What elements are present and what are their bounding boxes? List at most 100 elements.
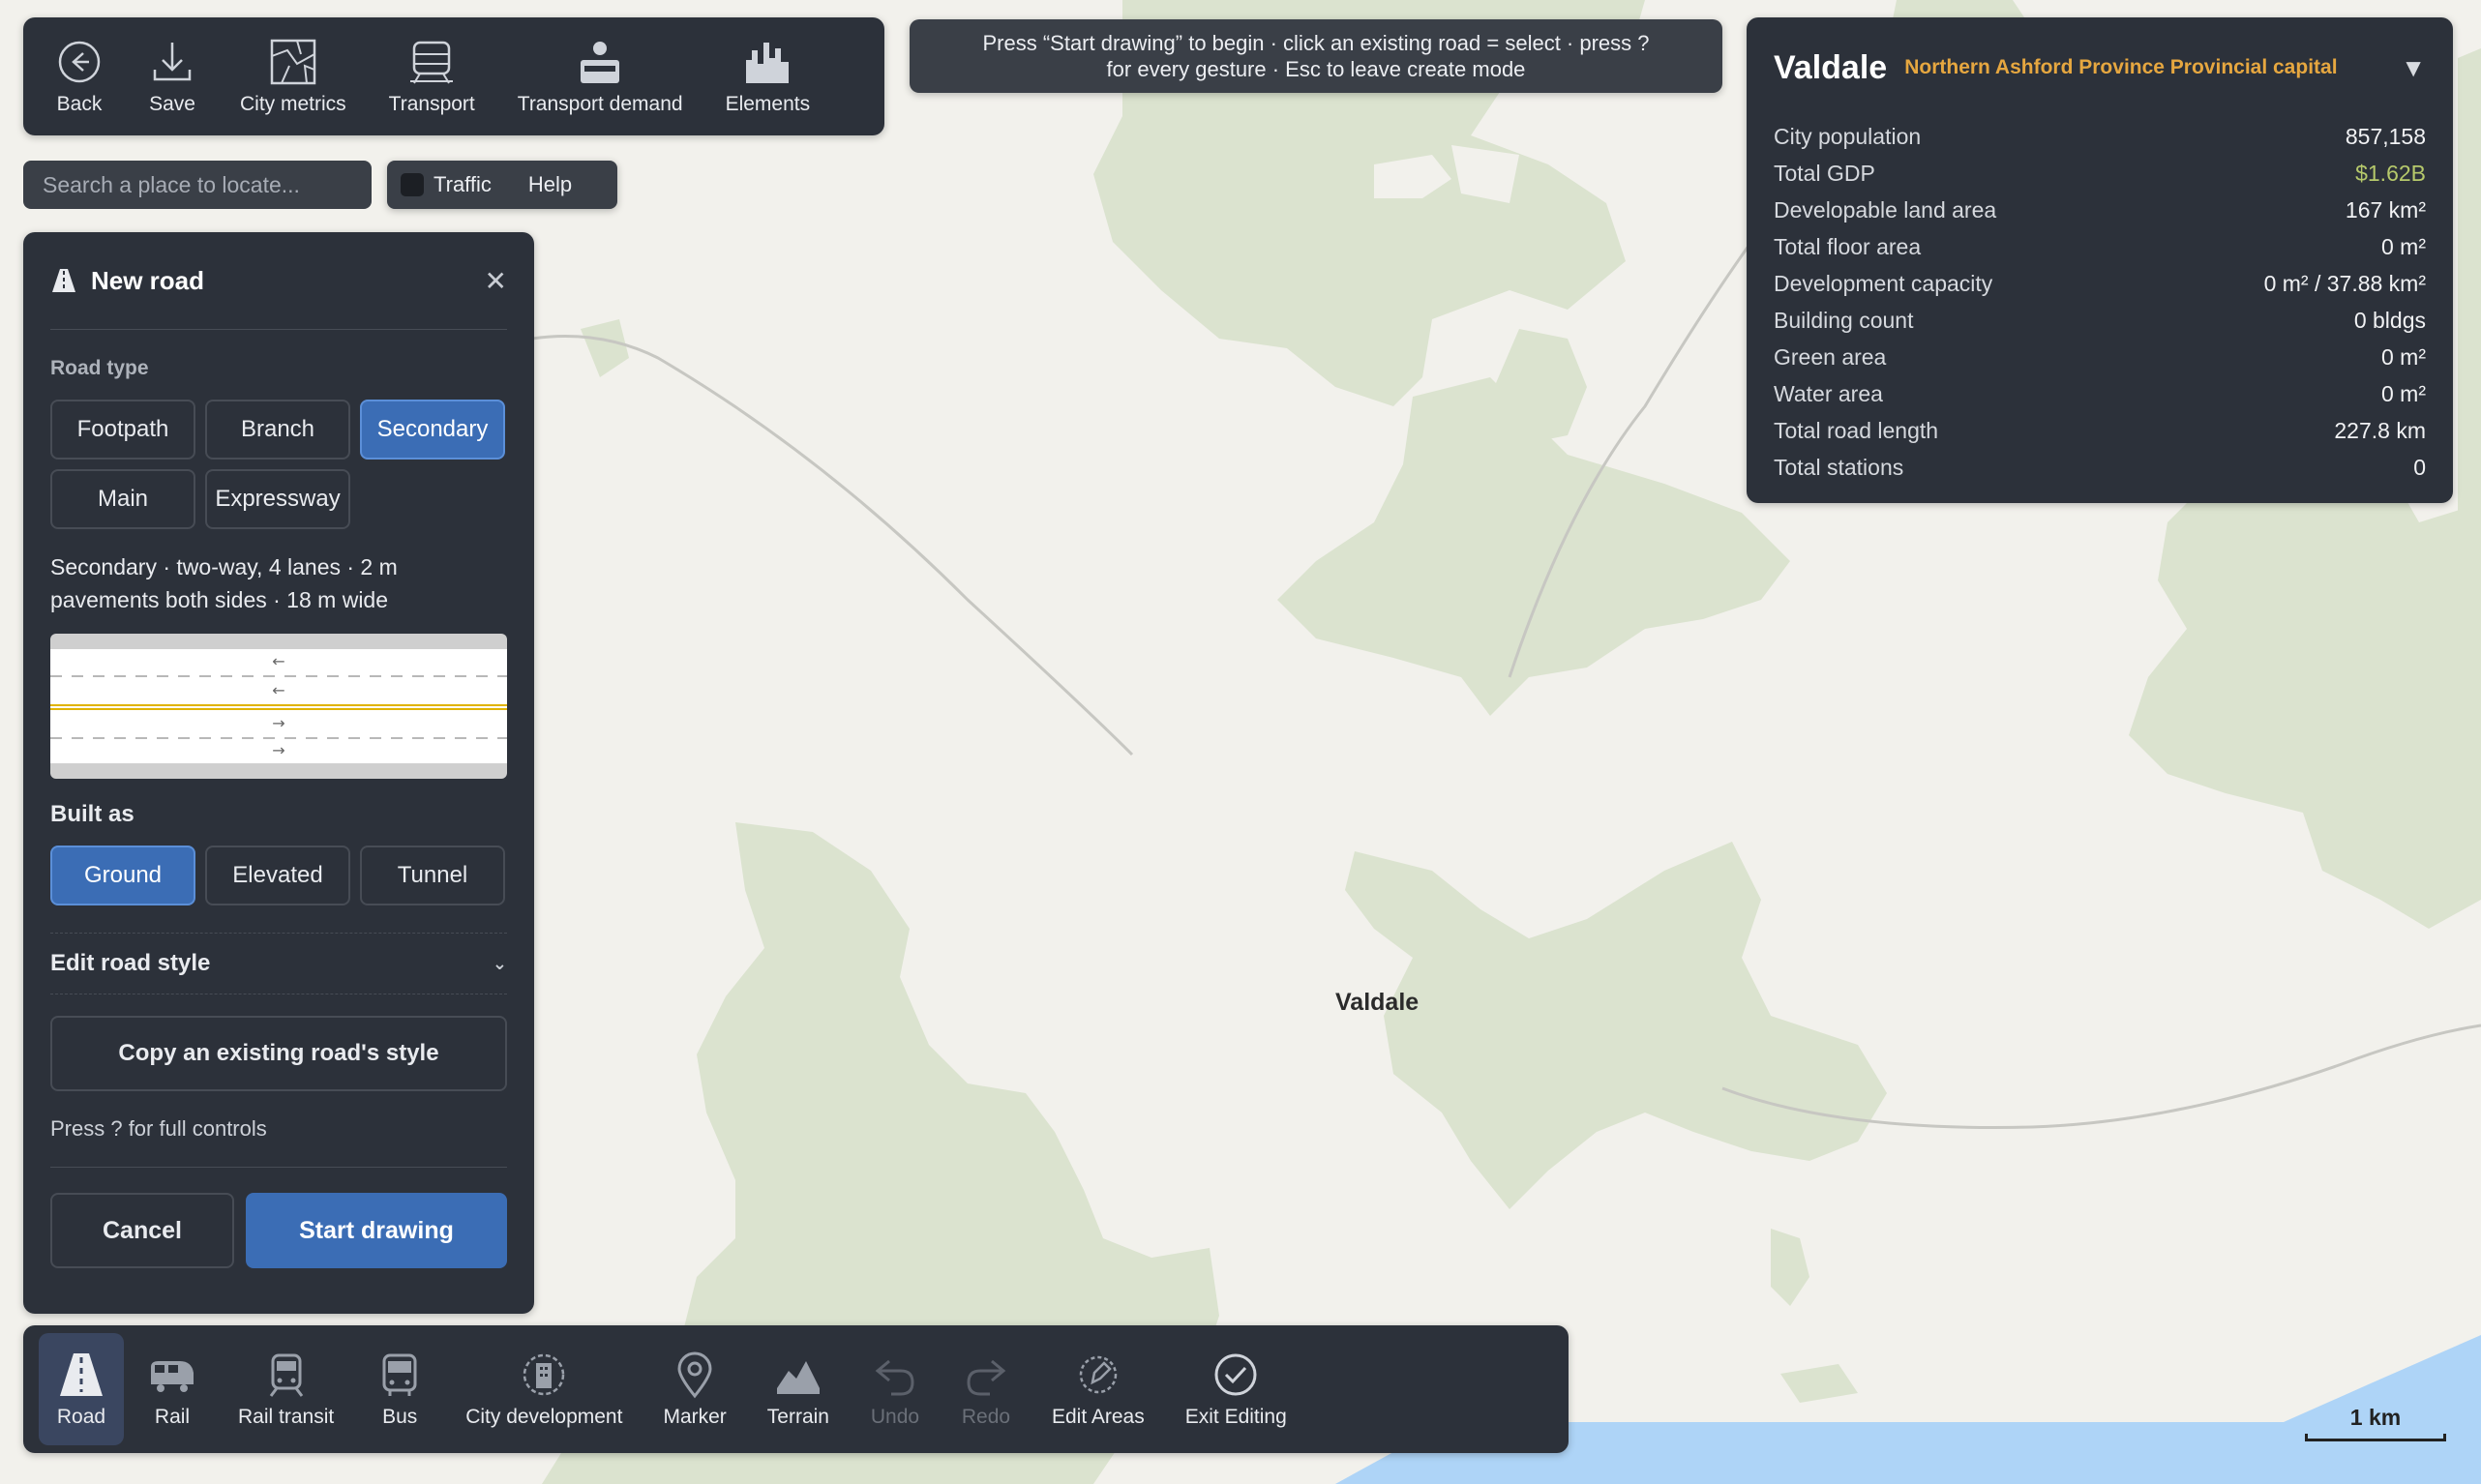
stat-label: Total stations — [1774, 454, 1904, 480]
road-icon — [60, 1353, 103, 1396]
elements-button[interactable]: Elements — [704, 17, 832, 135]
stat-label: Total floor area — [1774, 233, 1922, 259]
back-circle-icon — [58, 41, 101, 83]
back-button[interactable]: Back — [33, 17, 126, 135]
scale-label: 1 km — [2349, 1405, 2402, 1430]
city-elements-icon — [746, 43, 790, 83]
built-as-elevated[interactable]: Elevated — [205, 846, 350, 905]
edit-areas-icon — [1079, 1355, 1118, 1394]
transport-demand-button[interactable]: Transport demand — [496, 17, 704, 135]
redo-icon — [967, 1359, 1006, 1396]
city-development-icon — [523, 1353, 565, 1396]
undo-button[interactable]: Undo — [852, 1333, 938, 1445]
city-province-subtitle: Northern Ashford Province Provincial cap… — [1904, 56, 2338, 78]
built-as-selector: Ground Elevated Tunnel — [50, 846, 507, 905]
map-metrics-icon — [270, 39, 316, 85]
redo-button[interactable]: Redo — [943, 1333, 1029, 1445]
built-as-title: Built as — [50, 801, 135, 827]
full-controls-hint: Press ? for full controls — [50, 1116, 507, 1168]
city-metrics-label: City metrics — [240, 93, 346, 115]
road-type-secondary[interactable]: Secondary — [360, 400, 505, 460]
demand-icon — [581, 42, 620, 83]
close-icon[interactable]: ✕ — [485, 265, 507, 297]
stat-value: 0 — [2413, 454, 2426, 480]
road-tool-button[interactable]: Road — [39, 1333, 124, 1445]
traffic-label[interactable]: Traffic — [433, 172, 492, 197]
city-metrics-button[interactable]: City metrics — [219, 17, 368, 135]
stat-row: Water area 0 m² — [1774, 375, 2426, 412]
panel-title: New road — [91, 265, 205, 295]
edit-areas-button[interactable]: Edit Areas — [1034, 1333, 1162, 1445]
rail-tool-label: Rail — [154, 1406, 191, 1428]
city-name: Valdale — [1774, 48, 1888, 86]
road-type-footpath[interactable]: Footpath — [50, 400, 195, 460]
city-development-tool-label: City development — [465, 1406, 623, 1428]
collapse-caret-icon[interactable]: ▼ — [2401, 53, 2426, 83]
cancel-button[interactable]: Cancel — [50, 1193, 234, 1268]
exit-editing-button[interactable]: Exit Editing — [1168, 1333, 1304, 1445]
stat-label: Water area — [1774, 380, 1883, 406]
traffic-checkbox[interactable] — [401, 173, 424, 196]
bus-tool-label: Bus — [382, 1406, 418, 1428]
stat-value: 0 m² — [2381, 380, 2426, 406]
stat-row: Total road length 227.8 km — [1774, 412, 2426, 449]
marker-tool-button[interactable]: Marker — [645, 1333, 743, 1445]
stat-label: City population — [1774, 123, 1922, 149]
exit-editing-label: Exit Editing — [1184, 1406, 1287, 1428]
scale-bar-line — [2305, 1434, 2446, 1441]
rail-transit-tool-button[interactable]: Rail transit — [221, 1333, 351, 1445]
road-icon — [52, 269, 75, 292]
svg-text:→: → — [272, 714, 284, 732]
stat-value: 0 bldgs — [2353, 307, 2426, 333]
city-info-panel: Valdale Northern Ashford Province Provin… — [1747, 17, 2453, 503]
help-button[interactable]: Help — [528, 172, 572, 197]
train-icon — [410, 41, 454, 84]
stat-label: Green area — [1774, 343, 1887, 370]
rail-transit-tool-label: Rail transit — [238, 1406, 335, 1428]
built-as-ground[interactable]: Ground — [50, 846, 195, 905]
marker-icon — [677, 1351, 712, 1399]
rail-icon — [151, 1361, 194, 1392]
map-city-label: Valdale — [1335, 989, 1420, 1016]
rail-tool-button[interactable]: Rail — [130, 1333, 215, 1445]
built-as-tunnel[interactable]: Tunnel — [360, 846, 505, 905]
copy-road-style-button[interactable]: Copy an existing road's style — [50, 1016, 507, 1091]
road-type-branch[interactable]: Branch — [205, 400, 350, 460]
stat-label: Developable land area — [1774, 196, 1997, 223]
stat-value: 0 m² / 37.88 km² — [2263, 270, 2426, 296]
edit-road-style-dropdown[interactable]: Edit road style ⌄ — [50, 933, 507, 994]
bus-icon — [382, 1353, 417, 1396]
stat-row: Total stations 0 — [1774, 449, 2426, 486]
stat-value: 167 km² — [2345, 196, 2426, 223]
rail-transit-icon — [269, 1353, 303, 1397]
road-cross-section-preview: ← ← → → — [50, 634, 507, 779]
undo-icon — [875, 1359, 914, 1396]
traffic-help-group: Traffic Help — [387, 161, 617, 209]
stat-row: Total floor area 0 m² — [1774, 228, 2426, 265]
stat-label: Total road length — [1774, 417, 1939, 443]
terrain-tool-button[interactable]: Terrain — [750, 1333, 847, 1445]
stat-value: 227.8 km — [2334, 417, 2426, 443]
redo-label: Redo — [961, 1406, 1011, 1428]
transport-button[interactable]: Transport — [368, 17, 496, 135]
bus-tool-button[interactable]: Bus — [357, 1333, 442, 1445]
save-button[interactable]: Save — [126, 17, 219, 135]
panel-header: New road ✕ — [50, 232, 507, 330]
stat-value: 0 m² — [2381, 233, 2426, 259]
edit-road-style-label: Edit road style — [50, 950, 211, 976]
top-toolbar: Back Save City metrics Transport Transpo… — [23, 17, 884, 135]
road-description: Secondary · two-way, 4 lanes · 2 m pavem… — [50, 550, 507, 616]
road-type-selector: Footpath Branch Secondary Main Expresswa… — [50, 400, 507, 529]
search-input[interactable] — [23, 161, 372, 209]
start-drawing-button[interactable]: Start drawing — [246, 1193, 507, 1268]
stat-label: Total GDP — [1774, 160, 1875, 186]
road-type-main[interactable]: Main — [50, 469, 195, 529]
stat-row: City population 857,158 — [1774, 118, 2426, 155]
city-development-tool-button[interactable]: City development — [448, 1333, 640, 1445]
road-tool-label: Road — [56, 1406, 106, 1428]
road-type-expressway[interactable]: Expressway — [205, 469, 350, 529]
back-label: Back — [56, 93, 103, 115]
svg-text:←: ← — [272, 681, 284, 699]
stat-value: $1.62B — [2355, 160, 2426, 186]
check-circle-icon — [1214, 1353, 1257, 1396]
